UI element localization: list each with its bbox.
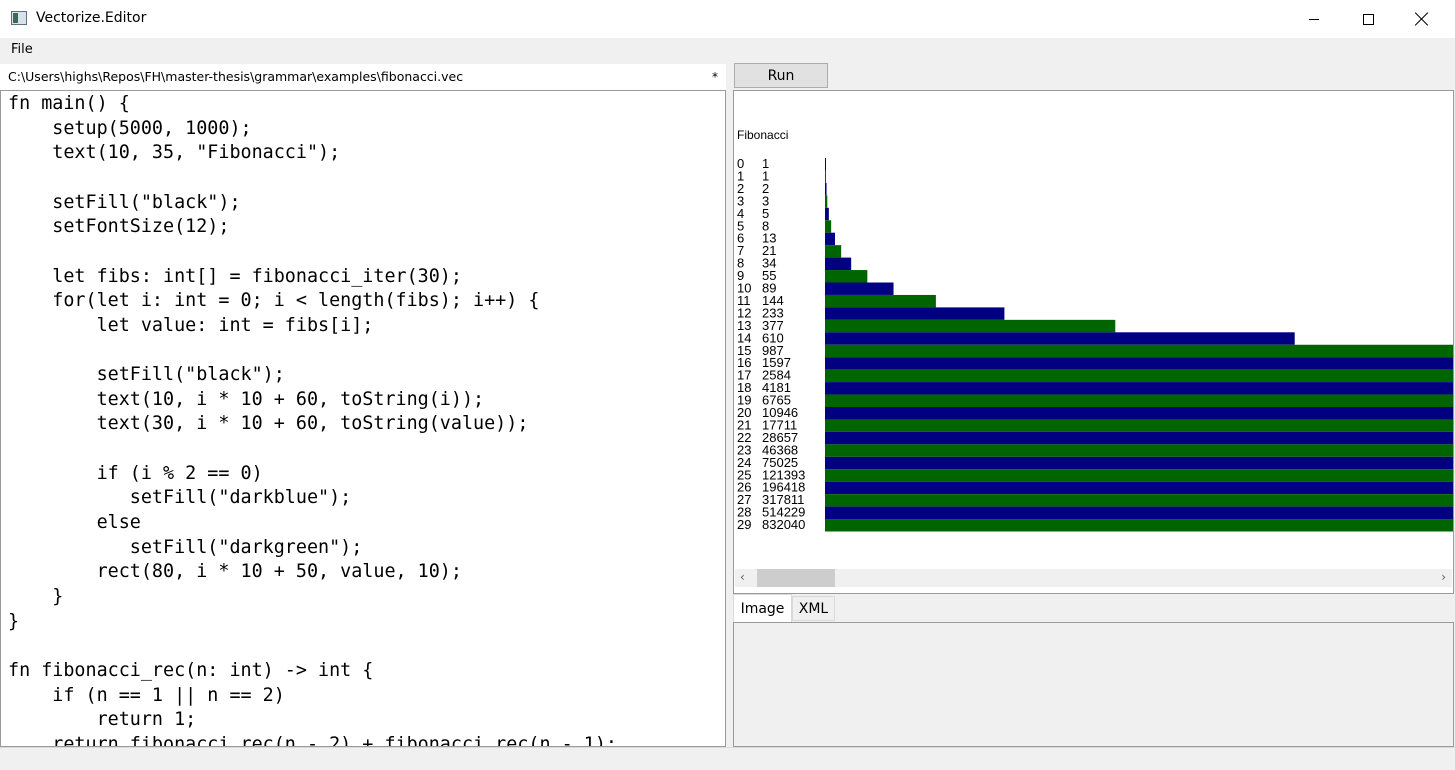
code-line: }	[8, 586, 64, 607]
fibonacci-bar	[825, 282, 894, 295]
code-line: }	[8, 610, 20, 632]
code-line: let fibs: int[] = fibonacci_iter(30);	[8, 265, 462, 287]
fibonacci-bar	[825, 357, 1453, 370]
fibonacci-bar	[825, 270, 868, 283]
fibonacci-bar	[825, 519, 1453, 532]
output-panel	[733, 622, 1454, 747]
code-line: else	[8, 512, 141, 534]
fibonacci-bar	[825, 158, 826, 171]
code-line: if (i % 2 == 0)	[8, 462, 263, 484]
code-line: for(let i: int = 0; i < length(fibs); i+…	[8, 290, 540, 312]
fibonacci-bar	[825, 394, 1453, 407]
fibonacci-bar	[825, 207, 829, 221]
fibonacci-bar	[825, 494, 1453, 507]
fibonacci-bar	[825, 307, 1005, 320]
tab-image[interactable]: Image	[733, 594, 792, 622]
menu-file[interactable]: File	[11, 42, 33, 57]
code-line: setFill("black");	[8, 191, 241, 213]
fibonacci-bar	[825, 257, 852, 271]
fibonacci-bar	[825, 407, 1453, 420]
title-bar: Vectorize.Editor	[0, 0, 1455, 38]
fibonacci-bar	[825, 245, 842, 258]
run-button[interactable]: Run	[734, 63, 828, 88]
code-line: if (n == 1 || n == 2)	[8, 684, 285, 706]
minimize-icon	[1309, 18, 1319, 20]
code-line: let value: int = fibs[i];	[8, 314, 374, 336]
close-icon	[1415, 12, 1429, 26]
fibonacci-bar	[825, 170, 826, 183]
fibonacci-bar	[825, 319, 1116, 333]
app-window: Vectorize.Editor File C:\Users\highs\Rep…	[0, 0, 1455, 770]
fibonacci-bar	[825, 369, 1453, 383]
scrollbar-thumb[interactable]	[757, 569, 835, 587]
fibonacci-bar	[825, 444, 1453, 457]
fibonacci-bar	[825, 344, 1453, 358]
fibonacci-bar	[825, 195, 828, 208]
close-button[interactable]	[1395, 0, 1449, 38]
image-preview: Fibonacci 0 1 1 1 2 2 3 3 4 5 5 8 6 13 7 21 8 34 9 55 10 89 11…	[733, 90, 1454, 594]
fibonacci-bar	[825, 481, 1453, 495]
tab-xml[interactable]: XML	[792, 596, 835, 621]
scroll-right-icon[interactable]: ›	[1441, 570, 1446, 584]
modified-indicator: *	[712, 70, 718, 84]
chart-title: Fibonacci	[737, 128, 788, 142]
fibonacci-bar	[825, 456, 1453, 470]
fibonacci-bar	[825, 431, 1453, 445]
maximize-icon	[1362, 13, 1374, 25]
fibonacci-bar	[825, 332, 1295, 345]
code-editor[interactable]: fn main() { setup(5000, 1000); text(10, …	[0, 90, 726, 747]
code-line: setFill("darkblue");	[8, 487, 352, 509]
code-line: text(30, i * 10 + 60, toString(value));	[8, 413, 529, 435]
code-line: setFill("black");	[8, 364, 285, 386]
row-value-label: 832040	[762, 517, 805, 532]
code-line: setFill("darkgreen");	[8, 536, 363, 558]
status-bar	[0, 747, 1455, 770]
code-line: return 1;	[8, 709, 197, 731]
code-line: setup(5000, 1000);	[8, 117, 252, 139]
minimize-button[interactable]	[1287, 0, 1341, 38]
fibonacci-bar	[825, 294, 936, 308]
app-icon	[11, 11, 27, 25]
preview-tabs: Image XML	[733, 594, 1454, 622]
fibonacci-bar	[825, 382, 1453, 395]
fibonacci-chart: Fibonacci 0 11 12 23 34 55 86 137 218 349 5510 8911…	[737, 128, 1453, 532]
maximize-button[interactable]	[1341, 0, 1395, 38]
code-line: fn fibonacci_rec(n: int) -> int {	[8, 659, 374, 681]
window-title: Vectorize.Editor	[36, 10, 147, 26]
fibonacci-bar	[825, 182, 827, 196]
code-line: rect(80, i * 10 + 50, value, 10);	[8, 561, 462, 583]
menu-bar: File	[0, 38, 1455, 60]
code-line: text(10, i * 10 + 60, toString(i));	[8, 388, 485, 410]
row-index-label: 29	[737, 517, 751, 532]
fibonacci-bar	[825, 419, 1453, 432]
code-line: fn main() {	[8, 93, 130, 114]
code-line: setFontSize(12);	[8, 216, 230, 238]
fibonacci-bar	[825, 232, 836, 246]
code-line: return fibonacci_rec(n - 2) + fibonacci_…	[8, 733, 617, 747]
fibonacci-bar	[825, 220, 832, 233]
fibonacci-bar	[825, 506, 1453, 520]
horizontal-scrollbar[interactable]: ‹ ›	[735, 569, 1452, 587]
code-line: text(10, 35, "Fibonacci");	[8, 142, 341, 164]
preview-canvas: Fibonacci 0 1 1 1 2 2 3 3 4 5 5 8 6 13 7 21 8 34 9 55 10 89 11…	[734, 91, 1453, 569]
file-path-bar: C:\Users\highs\Repos\FH\master-thesis\gr…	[0, 64, 726, 90]
fibonacci-bar	[825, 469, 1453, 482]
scroll-left-icon[interactable]: ‹	[740, 570, 745, 584]
file-path: C:\Users\highs\Repos\FH\master-thesis\gr…	[8, 69, 464, 84]
